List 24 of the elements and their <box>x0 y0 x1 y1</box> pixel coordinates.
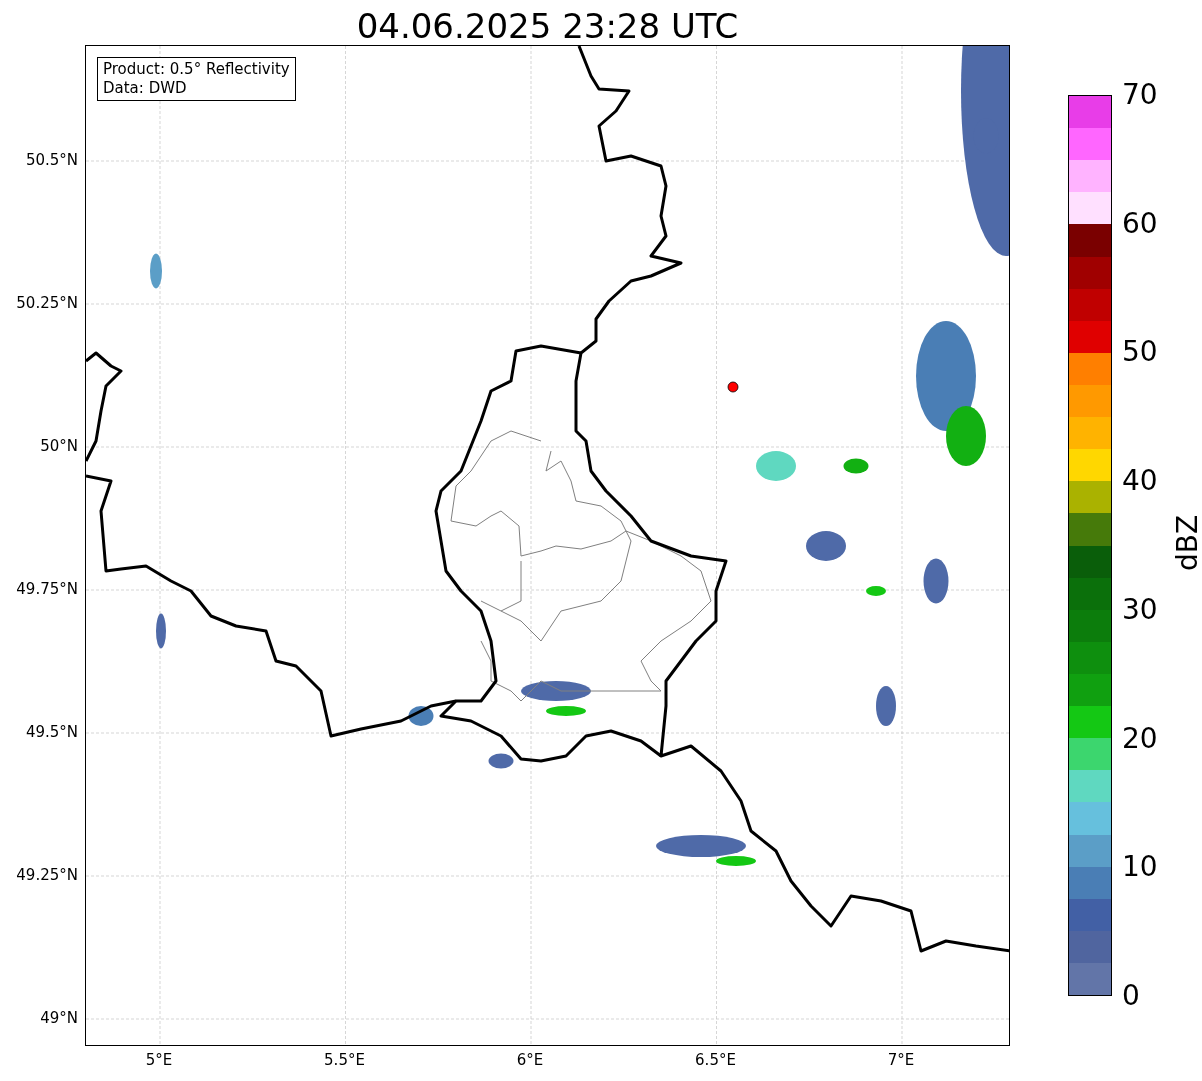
axis-tick-label: 50.25°N <box>16 294 78 312</box>
colorbar-label: dBZ <box>1172 514 1202 572</box>
axis-tick-label: 49.75°N <box>16 580 78 598</box>
colorbar-tick-label: 10 <box>1122 851 1158 884</box>
colorbar-tick-label: 30 <box>1122 593 1158 626</box>
colorbar-tick-label: 0 <box>1122 980 1140 1012</box>
axis-tick-label: 50.5°N <box>25 151 78 169</box>
chart-title: 04.06.2025 23:28 UTC <box>355 5 740 48</box>
axis-tick-label: 49.25°N <box>16 866 78 884</box>
info-text: Data: DWD <box>103 79 188 98</box>
axis-tick-label: 5.5°E <box>323 1051 366 1069</box>
axis-tick-label: 49°N <box>40 1009 78 1027</box>
axis-tick-label: 5°E <box>144 1051 174 1069</box>
axis-tick-label: 6°E <box>515 1051 545 1069</box>
axis-tick-label: 6.5°E <box>694 1051 737 1069</box>
axis-tick-label: 50°N <box>40 437 78 455</box>
colorbar-tick-label: 40 <box>1122 465 1158 498</box>
axis-tick-label: 7°E <box>886 1051 916 1069</box>
colorbar-tick-label: 50 <box>1122 336 1158 369</box>
colorbar-tick-label: 60 <box>1122 207 1158 240</box>
axis-tick-label: 49.5°N <box>25 723 78 741</box>
colorbar-tick-label: 70 <box>1122 79 1158 111</box>
info-text: Product: 0.5° Reflectivity <box>103 60 290 79</box>
colorbar-tick-label: 20 <box>1122 722 1158 755</box>
